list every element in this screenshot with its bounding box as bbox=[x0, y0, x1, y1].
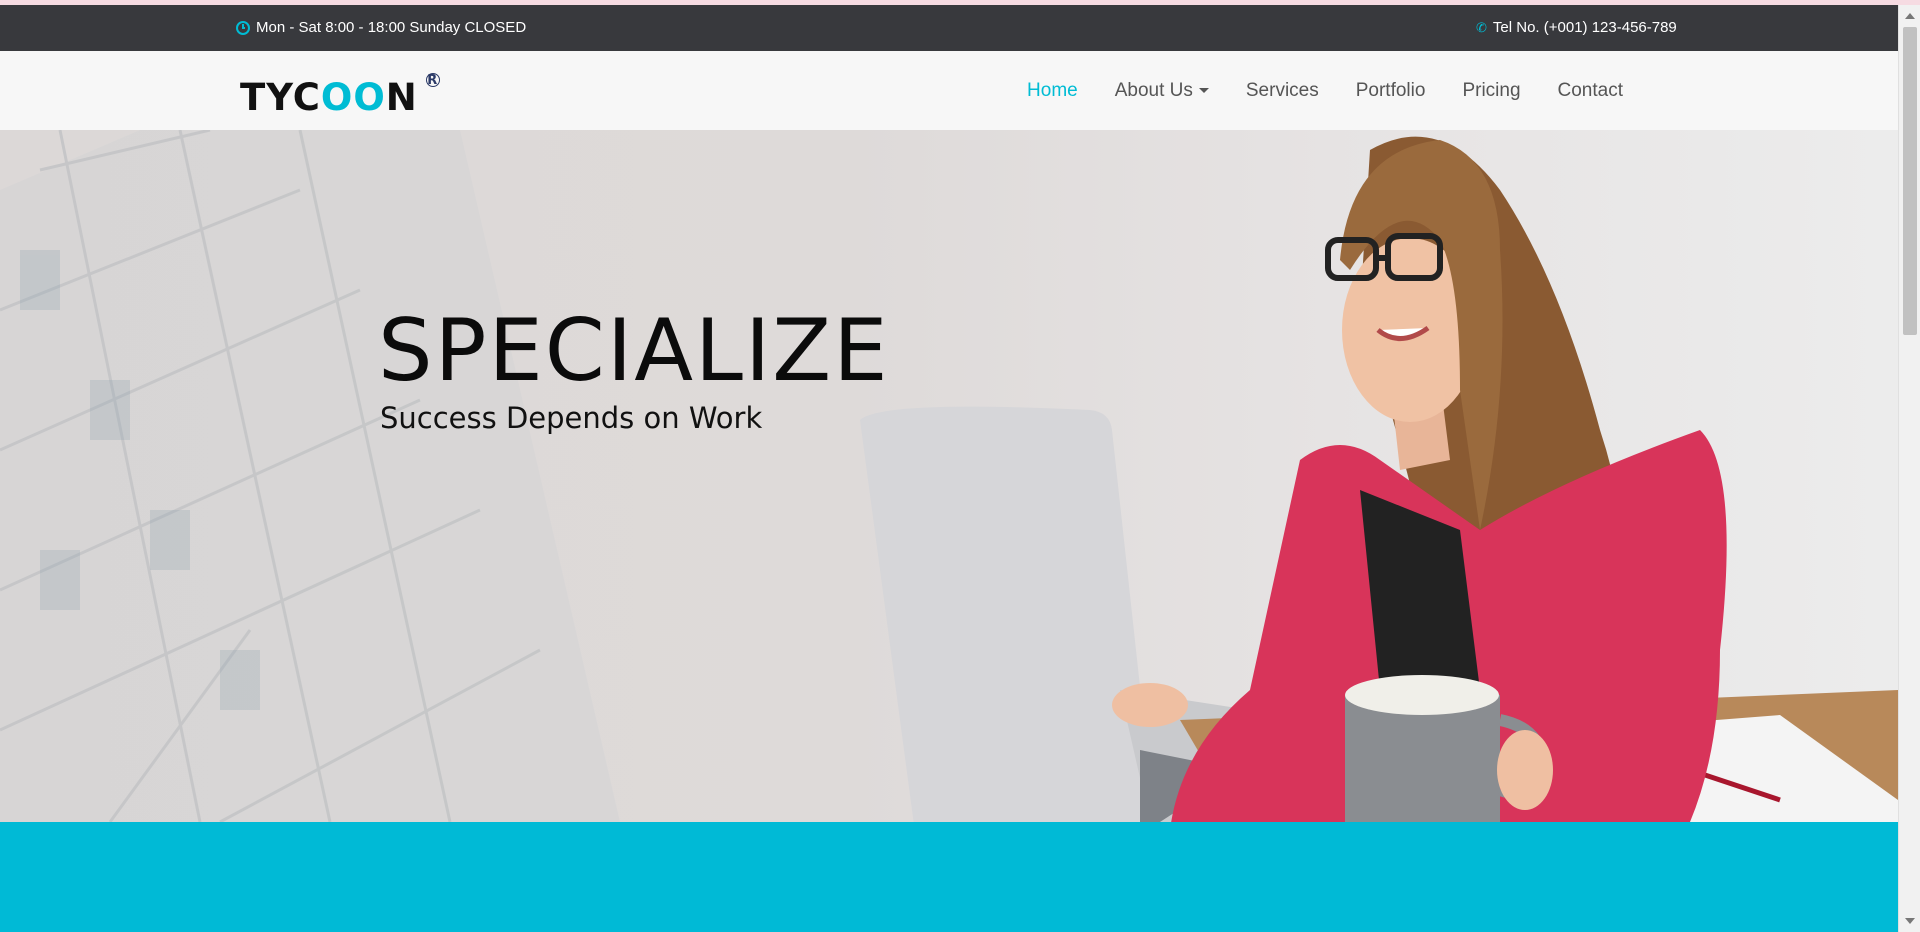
nav-item-contact[interactable]: Contact bbox=[1558, 80, 1623, 102]
hero-title: SPECIALIZE bbox=[378, 301, 890, 401]
topbar: Mon - Sat 8:00 - 18:00 Sunday CLOSED ✆ T… bbox=[0, 5, 1898, 51]
accent-band bbox=[0, 822, 1898, 932]
scroll-thumb[interactable] bbox=[1903, 27, 1917, 335]
page: Mon - Sat 8:00 - 18:00 Sunday CLOSED ✆ T… bbox=[0, 0, 1920, 932]
nav-menu: Home About Us Services Portfolio Pricing… bbox=[1027, 51, 1623, 130]
nav-item-pricing[interactable]: Pricing bbox=[1462, 80, 1520, 102]
hero-subtitle: Success Depends on Work bbox=[380, 401, 763, 435]
nav-item-home[interactable]: Home bbox=[1027, 80, 1078, 102]
hero-banner: SPECIALIZE Success Depends on Work bbox=[0, 130, 1898, 822]
scroll-up-icon[interactable] bbox=[1905, 13, 1915, 19]
phone-text[interactable]: Tel No. (+001) 123-456-789 bbox=[1493, 19, 1677, 36]
opening-hours: Mon - Sat 8:00 - 18:00 Sunday CLOSED bbox=[236, 19, 526, 36]
brand-logo[interactable]: TYCOON R bbox=[240, 73, 440, 119]
scroll-down-icon[interactable] bbox=[1905, 918, 1915, 924]
brand-accent: OO bbox=[320, 76, 386, 119]
page-scrollbar[interactable] bbox=[1898, 5, 1920, 932]
hero-background-image bbox=[0, 130, 1898, 822]
brand-prefix: TYC bbox=[240, 76, 321, 119]
registered-mark-icon: R bbox=[425, 72, 440, 88]
main-navbar: TYCOON R Home About Us Services Portfoli… bbox=[0, 51, 1898, 131]
nav-item-services[interactable]: Services bbox=[1246, 80, 1319, 102]
nav-item-about-us[interactable]: About Us bbox=[1115, 80, 1209, 102]
phone-contact[interactable]: ✆ Tel No. (+001) 123-456-789 bbox=[1476, 19, 1677, 36]
phone-icon: ✆ bbox=[1476, 20, 1487, 35]
caret-down-icon bbox=[1198, 87, 1209, 93]
nav-item-about-us-label: About Us bbox=[1114, 79, 1193, 101]
clock-icon bbox=[236, 20, 250, 35]
nav-item-portfolio[interactable]: Portfolio bbox=[1356, 80, 1426, 102]
opening-hours-text: Mon - Sat 8:00 - 18:00 Sunday CLOSED bbox=[256, 19, 527, 36]
brand-suffix: N bbox=[385, 76, 418, 119]
